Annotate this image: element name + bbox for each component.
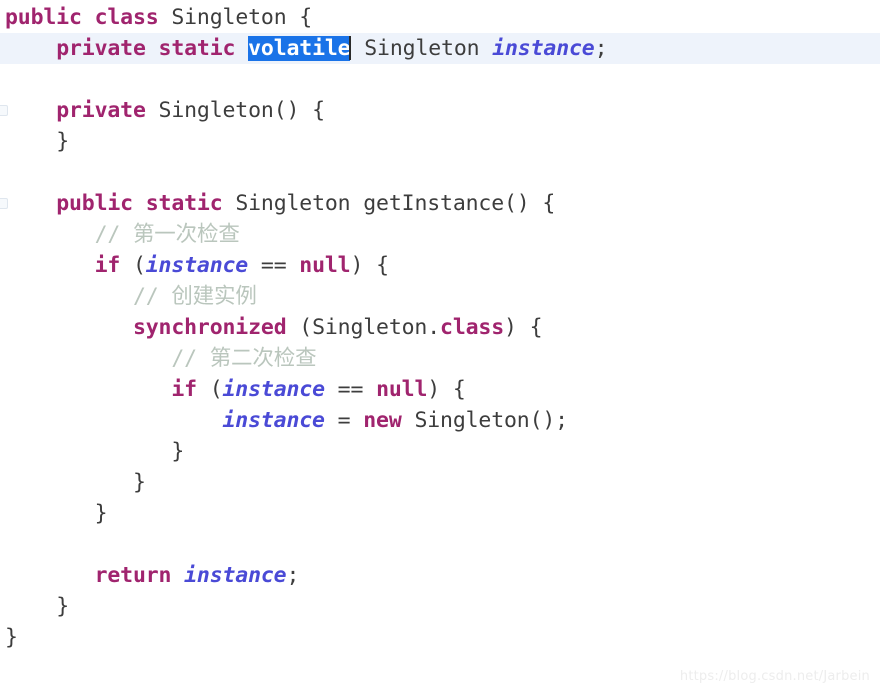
keyword-token: null xyxy=(376,377,428,402)
punctuation-token: ) { xyxy=(504,315,543,340)
punctuation-token xyxy=(146,98,159,123)
punctuation-token: (); xyxy=(529,408,569,433)
punctuation-token: } xyxy=(94,501,108,526)
punctuation-token xyxy=(133,191,146,216)
keyword-token: static xyxy=(158,36,236,61)
code-line[interactable]: instance = new Singleton(); xyxy=(0,405,880,436)
code-line[interactable] xyxy=(0,529,880,560)
comment-token: // 第二次检查 xyxy=(171,346,317,371)
keyword-token: static xyxy=(145,191,223,216)
type-token: Singleton xyxy=(414,408,530,433)
punctuation-token xyxy=(402,408,415,433)
punctuation-token: } xyxy=(171,439,185,464)
keyword-token: return xyxy=(94,563,172,588)
code-line[interactable]: public class Singleton { xyxy=(0,2,880,33)
type-token: Singleton xyxy=(312,315,428,340)
comment-token: // 第一次检查 xyxy=(94,222,240,247)
field-token: instance xyxy=(222,408,326,433)
punctuation-token: . xyxy=(427,315,441,340)
punctuation-token: { xyxy=(286,5,313,30)
type-token: Singleton xyxy=(158,98,274,123)
punctuation-token: ) { xyxy=(427,377,466,402)
code-line[interactable]: return instance; xyxy=(0,560,880,591)
keyword-token: new xyxy=(363,408,402,433)
keyword-token: null xyxy=(299,253,351,278)
punctuation-token: ) { xyxy=(350,253,389,278)
punctuation-token: ; xyxy=(286,563,300,588)
code-line[interactable]: } xyxy=(0,467,880,498)
punctuation-token: } xyxy=(5,625,18,650)
code-line[interactable]: private Singleton() { xyxy=(0,95,880,126)
code-line[interactable]: // 创建实例 xyxy=(0,281,880,312)
keyword-token: private xyxy=(56,36,146,61)
field-token: instance xyxy=(222,377,326,402)
code-line[interactable]: if (instance == null) { xyxy=(0,374,880,405)
punctuation-token xyxy=(223,191,236,216)
watermark: https://blog.csdn.net/Jarbein xyxy=(679,669,870,684)
code-line[interactable]: private static volatile Singleton instan… xyxy=(0,33,880,64)
keyword-token: public xyxy=(5,5,82,30)
code-line[interactable]: public static Singleton getInstance() { xyxy=(0,188,880,219)
keyword-token: public xyxy=(56,191,133,216)
code-line[interactable]: // 第二次检查 xyxy=(0,343,880,374)
punctuation-token xyxy=(82,5,95,30)
punctuation-token: == xyxy=(248,253,300,278)
code-line[interactable] xyxy=(0,157,880,188)
punctuation-token: } xyxy=(56,594,69,619)
punctuation-token xyxy=(171,563,184,588)
code-content[interactable]: public class Singleton { private static … xyxy=(0,2,880,653)
selected-text[interactable]: volatile xyxy=(248,36,351,61)
punctuation-token: () { xyxy=(504,191,556,216)
type-token: getInstance xyxy=(363,191,505,216)
punctuation-token xyxy=(479,36,492,61)
punctuation-token: ( xyxy=(196,377,223,402)
type-token: Singleton xyxy=(364,36,480,61)
code-line[interactable]: if (instance == null) { xyxy=(0,250,880,281)
code-line[interactable]: } xyxy=(0,498,880,529)
code-line[interactable]: } xyxy=(0,436,880,467)
punctuation-token xyxy=(146,36,159,61)
field-token: instance xyxy=(492,36,595,61)
code-line[interactable] xyxy=(0,64,880,95)
punctuation-token xyxy=(350,191,363,216)
comment-token: // 创建实例 xyxy=(132,284,257,309)
type-token: Singleton xyxy=(235,191,351,216)
punctuation-token xyxy=(235,36,248,61)
code-line[interactable]: } xyxy=(0,591,880,622)
type-token: Singleton xyxy=(171,5,287,30)
punctuation-token: } xyxy=(56,129,69,154)
code-line[interactable]: } xyxy=(0,622,880,653)
keyword-token: private xyxy=(56,98,146,123)
code-editor[interactable]: public class Singleton { private static … xyxy=(0,0,880,690)
field-token: instance xyxy=(145,253,249,278)
keyword-token: if xyxy=(94,253,121,278)
code-line[interactable]: synchronized (Singleton.class) { xyxy=(0,312,880,343)
punctuation-token: ( xyxy=(286,315,313,340)
keyword-token: if xyxy=(171,377,197,402)
code-line[interactable]: } xyxy=(0,126,880,157)
punctuation-token: ( xyxy=(120,253,146,278)
punctuation-token xyxy=(159,5,172,30)
punctuation-token xyxy=(351,36,364,61)
code-line[interactable]: // 第一次检查 xyxy=(0,219,880,250)
punctuation-token: () { xyxy=(273,98,325,123)
keyword-token: class xyxy=(440,315,505,340)
keyword-token: class xyxy=(94,5,159,30)
punctuation-token: == xyxy=(324,377,377,402)
field-token: instance xyxy=(184,563,287,588)
keyword-token: synchronized xyxy=(132,315,287,340)
punctuation-token: } xyxy=(132,470,146,495)
punctuation-token: ; xyxy=(594,36,608,61)
punctuation-token: = xyxy=(324,408,364,433)
